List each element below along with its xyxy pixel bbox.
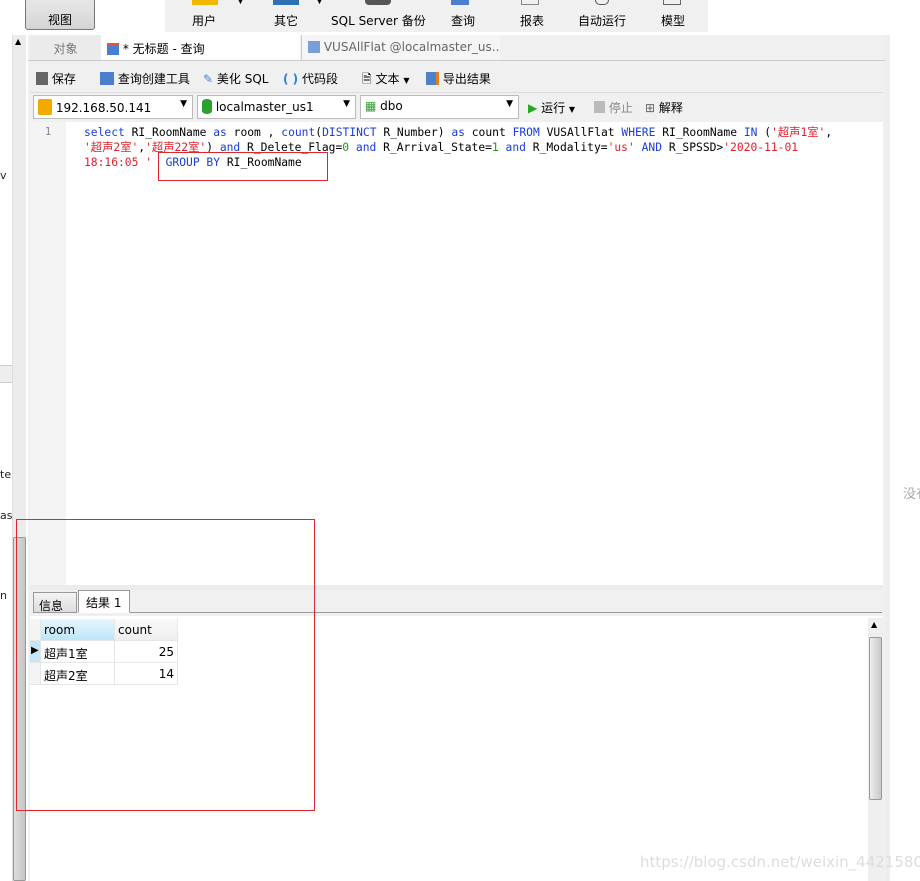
snippet-label: 代码段 — [301, 72, 338, 86]
play-icon: ▶ — [528, 101, 538, 115]
sql-editor[interactable]: 1 select RI_RoomName as room , count(DIS… — [30, 122, 883, 585]
ribbon-user[interactable]: 用户 — [192, 12, 216, 29]
chevron-down-icon[interactable]: ▼ — [569, 105, 575, 114]
nav-fragment: te — [0, 468, 12, 481]
tab-label: VUSAllFlat @localmaster_us... — [323, 40, 500, 54]
results-scrollbar[interactable]: ▲ — [868, 618, 883, 881]
automation-icon — [595, 0, 609, 5]
nav-fragment: n — [0, 589, 7, 602]
ribbon-other[interactable]: 其它 — [274, 12, 298, 29]
ribbon-sqlserver-backup[interactable]: SQL Server 备份 — [331, 12, 426, 29]
database-select[interactable]: localmaster_us1 ▼ — [197, 95, 356, 119]
text-label: 文本 — [375, 72, 400, 86]
annotation-box-group-by — [158, 152, 328, 181]
server-select[interactable]: 192.168.50.141 ▼ — [33, 95, 193, 119]
export-label: 导出结果 — [442, 72, 491, 86]
scroll-up-icon[interactable]: ▲ — [15, 37, 21, 46]
query-icon — [451, 0, 469, 5]
line-numbers: 1 — [30, 122, 66, 585]
beautify-label: 美化 SQL — [216, 72, 269, 86]
other-dropdown-arrow[interactable]: ▼ — [316, 0, 323, 6]
tab-objects[interactable]: 对象 — [30, 35, 101, 60]
document-icon: 🗎 — [362, 72, 372, 86]
snippet-icon: ( ) — [283, 72, 299, 86]
text-mode-button[interactable]: 🗎 文本 ▼ — [362, 70, 409, 91]
results-scrollbar-thumb[interactable] — [869, 637, 882, 800]
query-builder-icon — [100, 72, 114, 85]
user-dropdown-arrow[interactable]: ▼ — [237, 0, 244, 6]
line-number: 1 — [44, 125, 52, 138]
backup-icon — [365, 0, 391, 5]
query-toolbar: 保存 查询创建工具 ✎ 美化 SQL ( ) 代码段 🗎 文本 ▼ 导出结果 — [28, 64, 885, 92]
tab-vusallflat[interactable]: VUSAllFlat @localmaster_us... — [301, 35, 500, 60]
report-icon — [521, 0, 539, 5]
stop-label: 停止 — [608, 101, 633, 115]
explain-button[interactable]: ⊞ 解释 — [645, 99, 683, 116]
view-button[interactable]: 视图 — [25, 0, 95, 30]
view-label: 视图 — [47, 13, 72, 27]
ribbon-report[interactable]: 报表 — [520, 12, 544, 29]
save-button[interactable]: 保存 — [36, 70, 76, 87]
save-icon — [36, 72, 48, 85]
schema-select[interactable]: ▦ dbo ▼ — [360, 95, 519, 119]
side-text: 没有 — [903, 487, 920, 502]
chevron-down-icon: ▼ — [506, 99, 513, 109]
nav-selected-row — [0, 365, 12, 383]
tab-label: * 无标题 - 查询 — [122, 42, 205, 56]
scroll-up-icon[interactable]: ▲ — [871, 620, 877, 629]
code-snippet-button[interactable]: ( ) 代码段 — [283, 70, 338, 87]
query-table-icon — [107, 43, 119, 55]
beautify-sql-button[interactable]: ✎ 美化 SQL — [203, 70, 268, 87]
nav-fragment: v — [0, 169, 7, 182]
nav-fragment: as — [0, 509, 12, 522]
export-results-button[interactable]: 导出结果 — [426, 70, 491, 87]
export-icon — [426, 72, 439, 85]
server-icon — [38, 99, 52, 115]
run-label: 运行 — [541, 101, 566, 115]
stop-button[interactable]: 停止 — [594, 99, 633, 116]
user-icon — [192, 0, 218, 5]
stop-icon — [594, 101, 605, 113]
chevron-down-icon: ▼ — [180, 99, 187, 109]
other-icon — [273, 0, 299, 5]
database-icon — [202, 99, 212, 114]
ribbon: ▼ ▼ 用户 其它 SQL Server 备份 查询 报表 自动运行 模型 — [165, 0, 708, 32]
model-icon — [663, 0, 681, 5]
explain-icon: ⊞ — [645, 101, 656, 115]
query-builder-button[interactable]: 查询创建工具 — [100, 70, 190, 87]
schema-value: dbo — [380, 99, 403, 113]
ribbon-model[interactable]: 模型 — [661, 12, 685, 29]
navigation-pane: v te as n — [0, 32, 12, 881]
save-label: 保存 — [51, 72, 76, 86]
schema-icon: ▦ — [365, 99, 377, 113]
chevron-down-icon: ▼ — [343, 99, 350, 109]
query-builder-label: 查询创建工具 — [117, 72, 190, 86]
ribbon-query[interactable]: 查询 — [451, 12, 475, 29]
database-value: localmaster_us1 — [215, 100, 314, 114]
watermark: https://blog.csdn.net/weixin_44215804 — [640, 853, 920, 871]
chevron-down-icon: ▼ — [403, 76, 410, 85]
tab-untitled-query[interactable]: * 无标题 - 查询 — [101, 35, 300, 60]
explain-label: 解释 — [658, 101, 683, 115]
server-value: 192.168.50.141 — [55, 101, 152, 115]
view-table-icon — [308, 41, 320, 53]
annotation-box-results — [16, 519, 315, 811]
ribbon-automation[interactable]: 自动运行 — [578, 12, 626, 29]
beautify-icon: ✎ — [203, 72, 214, 86]
run-button[interactable]: ▶ 运行 ▼ — [528, 99, 575, 116]
